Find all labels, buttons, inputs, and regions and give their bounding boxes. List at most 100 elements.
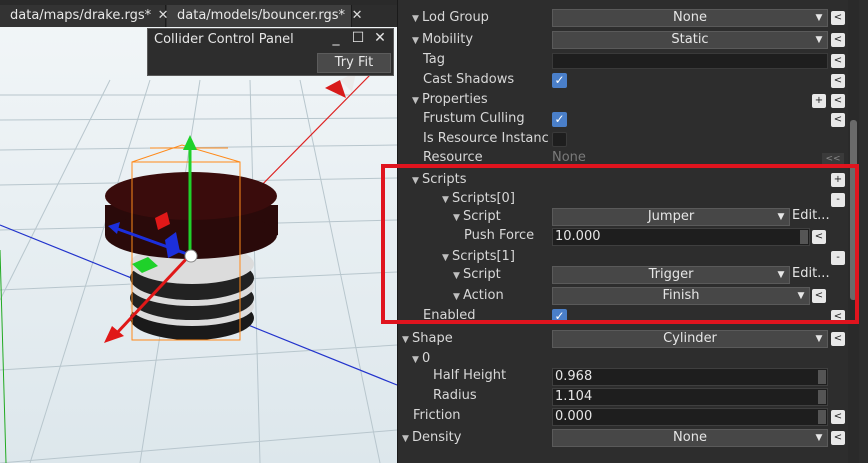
reset-button[interactable]: < (831, 54, 845, 68)
properties-label[interactable]: ▼ Properties (412, 92, 488, 107)
radius-input[interactable]: 1.104 (552, 388, 828, 406)
row-properties: ▼ Properties + < (398, 91, 868, 111)
push-force-input[interactable]: 10.000 (552, 228, 810, 246)
script-1-dropdown[interactable]: Trigger ▼ (552, 266, 790, 284)
friction-label: Friction (413, 408, 461, 423)
half-height-input[interactable]: 0.968 (552, 368, 828, 386)
spinner-icon[interactable] (818, 370, 826, 384)
row-resource: Resource None << (398, 149, 868, 169)
is-resource-instance-checkbox[interactable] (552, 132, 567, 147)
tag-input[interactable] (552, 53, 828, 69)
reset-button[interactable]: < (831, 74, 845, 88)
collapse-icon[interactable]: ▼ (412, 176, 422, 186)
collapse-icon[interactable]: ▼ (453, 213, 463, 223)
row-scripts-0: ▼ Scripts[0] - (398, 190, 868, 210)
collapse-icon[interactable]: ▼ (412, 96, 422, 106)
cast-shadows-label: Cast Shadows (423, 72, 515, 87)
push-force-label: Push Force (464, 228, 535, 243)
collapse-icon[interactable]: ▼ (453, 271, 463, 281)
row-lod-group: ▼ Lod Group None ▼ < (398, 9, 868, 29)
collapse-icon[interactable]: ▼ (402, 335, 412, 345)
maximize-icon[interactable]: ☐ (347, 30, 369, 46)
reset-button[interactable]: < (812, 230, 826, 244)
row-push-force: Push Force 10.000 < (398, 227, 868, 247)
close-icon[interactable]: ✕ (369, 30, 391, 46)
tab-drake-map[interactable]: data/maps/drake.rgs* ✕ (0, 5, 169, 27)
edit-script-button[interactable]: Edit... (792, 208, 830, 226)
add-script-button[interactable]: + (831, 173, 845, 187)
row-cast-shadows: Cast Shadows ✓ < (398, 71, 868, 91)
reset-button[interactable]: < (831, 332, 845, 346)
script-1-label[interactable]: ▼ Script (453, 267, 501, 282)
row-enabled: Enabled ✓ < (398, 307, 868, 327)
enabled-label: Enabled (423, 308, 476, 323)
scene-viewport[interactable]: data/maps/drake.rgs* ✕ data/models/bounce… (0, 0, 397, 463)
remove-script-button[interactable]: - (831, 251, 845, 265)
resource-label: Resource (423, 150, 483, 165)
reset-button[interactable]: < (831, 410, 845, 424)
row-is-resource-instance: Is Resource Instanc (398, 130, 868, 150)
spinner-icon[interactable] (818, 390, 826, 404)
reset-button[interactable]: < (812, 289, 826, 303)
collapse-icon[interactable]: ▼ (453, 292, 463, 302)
dropdown-arrow-icon: ▼ (815, 433, 823, 443)
row-scripts: ▼ Scripts + (398, 171, 868, 191)
shape-label[interactable]: ▼ Shape (402, 331, 453, 346)
collapse-icon[interactable]: ▼ (442, 195, 452, 205)
tab-label: data/maps/drake.rgs* (10, 8, 152, 23)
collapse-icon[interactable]: ▼ (412, 36, 422, 46)
reset-button[interactable]: < (831, 113, 845, 127)
row-action: ▼ Action Finish ▼ < (398, 287, 868, 307)
tab-bouncer-model[interactable]: data/models/bouncer.rgs* ✕ (167, 5, 363, 27)
try-fit-button[interactable]: Try Fit (317, 53, 391, 73)
spinner-icon[interactable] (800, 230, 808, 244)
mobility-dropdown[interactable]: Static ▼ (552, 31, 828, 49)
enabled-checkbox[interactable]: ✓ (552, 309, 567, 324)
script-0-dropdown[interactable]: Jumper ▼ (552, 208, 790, 226)
row-tag: Tag < (398, 51, 868, 71)
reset-button[interactable]: < (831, 33, 845, 47)
scripts-1-label[interactable]: ▼ Scripts[1] (442, 249, 515, 264)
row-script-0: ▼ Script Jumper ▼ Edit... (398, 208, 868, 228)
density-label[interactable]: ▼ Density (402, 430, 461, 445)
density-dropdown[interactable]: None ▼ (552, 429, 828, 447)
lod-group-label[interactable]: ▼ Lod Group (412, 10, 489, 25)
dropdown-arrow-icon: ▼ (815, 334, 823, 344)
collider-control-panel: Collider Control Panel _ ☐ ✕ Try Fit (147, 28, 394, 76)
reset-button[interactable]: < (831, 310, 845, 324)
resource-revert-button[interactable]: << (822, 153, 844, 165)
is-resource-instance-label: Is Resource Instanc (423, 131, 549, 146)
shape-dropdown[interactable]: Cylinder ▼ (552, 330, 828, 348)
add-button[interactable]: + (812, 94, 826, 108)
friction-input[interactable]: 0.000 (552, 408, 828, 426)
spinner-icon[interactable] (818, 410, 826, 424)
action-label[interactable]: ▼ Action (453, 288, 504, 303)
cast-shadows-checkbox[interactable]: ✓ (552, 73, 567, 88)
collapse-icon[interactable]: ▼ (442, 253, 452, 263)
tab-label: data/models/bouncer.rgs* (177, 8, 346, 23)
frustum-culling-checkbox[interactable]: ✓ (552, 112, 567, 127)
mobility-label[interactable]: ▼ Mobility (412, 32, 473, 47)
reset-button[interactable]: < (831, 11, 845, 25)
property-inspector: ▼ Lod Group None ▼ < ▼ Mobility Static ▼ < T… (398, 0, 868, 463)
scripts-0-label[interactable]: ▼ Scripts[0] (442, 191, 515, 206)
collapse-icon[interactable]: ▼ (412, 355, 422, 365)
tag-label: Tag (423, 52, 446, 67)
remove-script-button[interactable]: - (831, 193, 845, 207)
action-dropdown[interactable]: Finish ▼ (552, 287, 810, 305)
resource-value[interactable]: None (552, 150, 586, 165)
collapse-icon[interactable]: ▼ (402, 434, 412, 444)
reset-button[interactable]: < (831, 94, 845, 108)
lod-group-dropdown[interactable]: None ▼ (552, 9, 828, 27)
window-controls: _ ☐ ✕ (325, 30, 391, 50)
shape-0-label[interactable]: ▼ 0 (412, 351, 430, 366)
close-icon[interactable]: ✕ (349, 5, 365, 27)
scripts-label[interactable]: ▼ Scripts (412, 172, 466, 187)
minimize-icon[interactable]: _ (325, 30, 347, 46)
collapse-icon[interactable]: ▼ (412, 14, 422, 24)
reset-button[interactable]: < (831, 431, 845, 445)
dropdown-arrow-icon: ▼ (797, 291, 805, 301)
script-0-label[interactable]: ▼ Script (453, 209, 501, 224)
edit-script-button[interactable]: Edit... (792, 266, 830, 284)
panel-title: Collider Control Panel (154, 32, 294, 47)
